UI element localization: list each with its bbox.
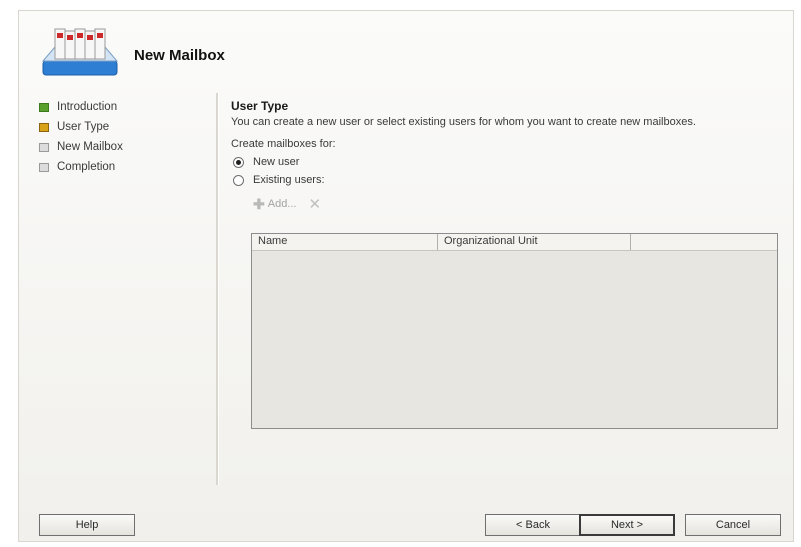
main-content: User Type You can create a new user or s… [231, 99, 781, 214]
radio-existing-users[interactable]: Existing users: [231, 174, 781, 186]
section-title: User Type [231, 99, 289, 113]
add-button-label: Add... [267, 198, 297, 210]
nav-item-completion[interactable]: Completion [39, 157, 209, 177]
cancel-button[interactable]: Cancel [685, 514, 781, 536]
user-list-toolbar: ✚ Add... ✕ [253, 195, 781, 214]
wizard-step-nav: Introduction User Type New Mailbox Compl… [39, 97, 209, 177]
existing-users-grid[interactable]: Name Organizational Unit [251, 233, 778, 429]
wizard-title: New Mailbox [134, 47, 225, 64]
nav-item-label: User Type [57, 121, 110, 133]
step-completed-icon [39, 102, 49, 112]
add-button[interactable]: ✚ Add... [253, 196, 296, 213]
column-header-name[interactable]: Name [252, 234, 438, 250]
nav-item-label: Introduction [57, 101, 118, 113]
create-mailboxes-label: Create mailboxes for: [231, 138, 336, 150]
step-pending-icon [39, 162, 49, 172]
mailbox-stack-icon [41, 28, 119, 76]
column-header-organizational-unit[interactable]: Organizational Unit [438, 234, 631, 250]
help-button[interactable]: Help [39, 514, 135, 536]
nav-item-user-type[interactable]: User Type [39, 117, 209, 137]
radio-new-user[interactable]: New user [231, 156, 781, 168]
radio-label: Existing users: [253, 174, 325, 186]
section-description: You can create a new user or select exis… [231, 116, 696, 128]
radio-button-checked[interactable] [233, 156, 244, 168]
nav-item-label: New Mailbox [57, 141, 123, 153]
add-plus-icon: ✚ [253, 195, 265, 212]
column-header-empty [631, 234, 777, 250]
nav-item-new-mailbox[interactable]: New Mailbox [39, 137, 209, 157]
next-button[interactable]: Next > [579, 514, 675, 536]
radio-label: New user [253, 156, 300, 168]
wizard-dialog: New Mailbox Introduction User Type New M… [18, 10, 794, 542]
back-button[interactable]: < Back [485, 514, 581, 536]
remove-x-icon[interactable]: ✕ [308, 195, 321, 213]
vertical-divider [216, 93, 219, 485]
grid-header: Name Organizational Unit [252, 234, 777, 251]
radio-button-unchecked[interactable] [233, 174, 244, 186]
nav-item-label: Completion [57, 161, 116, 173]
wizard-header: New Mailbox [19, 11, 793, 91]
nav-item-introduction[interactable]: Introduction [39, 97, 209, 117]
step-pending-icon [39, 142, 49, 152]
step-current-icon [39, 122, 49, 132]
